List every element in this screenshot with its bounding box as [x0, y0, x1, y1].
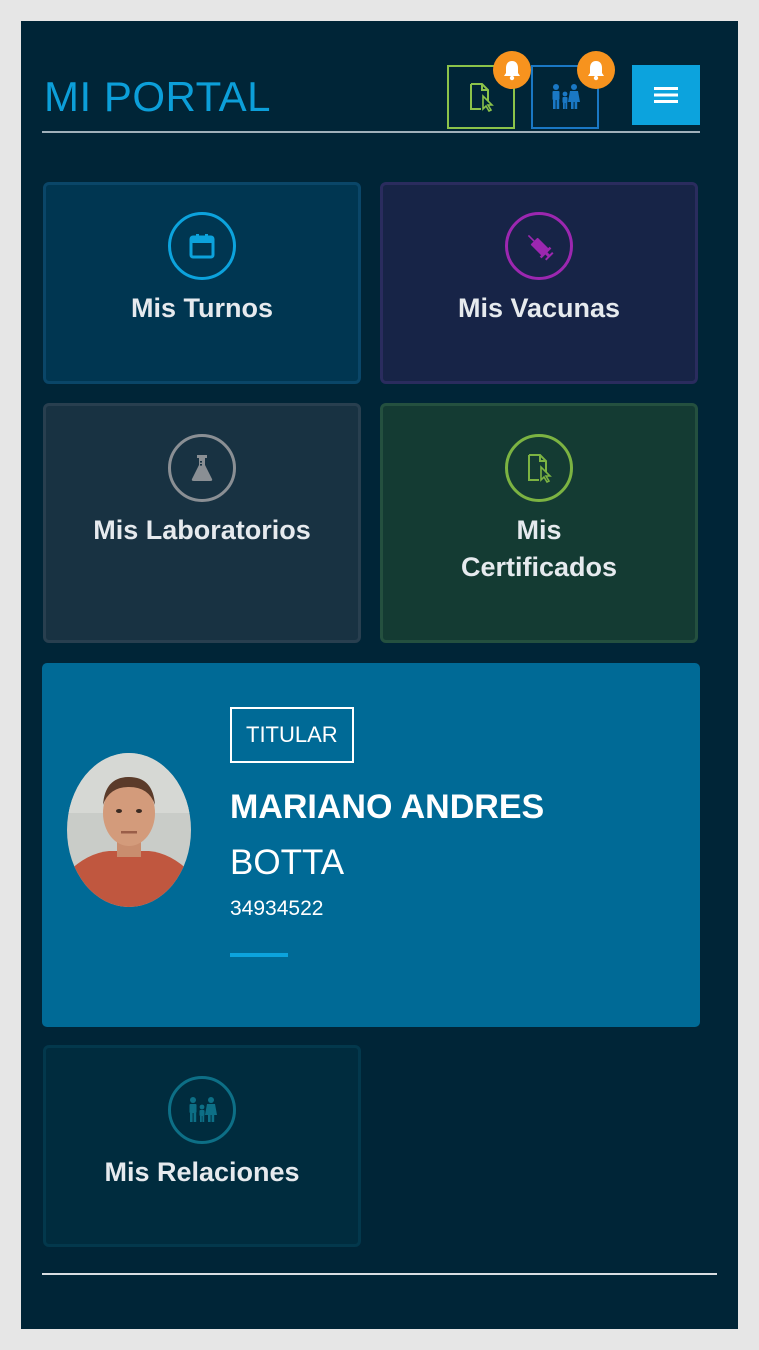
- relations-notification-badge: [577, 51, 615, 89]
- certificate-icon: [470, 83, 494, 112]
- syringe-icon: [527, 234, 554, 261]
- tile-mis-laboratorios[interactable]: Mis Laboratorios: [43, 403, 361, 643]
- bell-icon: [504, 61, 520, 81]
- tile-mis-vacunas[interactable]: Mis Vacunas: [380, 182, 698, 384]
- calendar-icon-ring: [168, 212, 236, 280]
- tile-mis-relaciones[interactable]: Mis Relaciones: [43, 1045, 361, 1247]
- tile-mis-certificados[interactable]: Mis Certificados: [380, 403, 698, 643]
- tile-label: Mis Certificados: [460, 515, 618, 582]
- certificate-icon: [528, 454, 552, 483]
- family-icon: [189, 1097, 217, 1122]
- tile-label: Mis Vacunas: [457, 293, 621, 323]
- footer-divider: [42, 1273, 717, 1275]
- certificates-shortcut-button[interactable]: [447, 51, 531, 129]
- status-badge: TITULAR: [230, 707, 354, 763]
- certificate-icon-ring: [505, 434, 573, 502]
- syringe-icon-ring: [505, 212, 573, 280]
- family-icon-ring: [168, 1076, 236, 1144]
- profile-accent-divider: [230, 953, 288, 957]
- profile-document-number: 34934522: [230, 897, 324, 920]
- flask-icon: [191, 455, 213, 481]
- flask-icon-ring: [168, 434, 236, 502]
- header: MI PORTAL: [42, 51, 700, 133]
- menu-button[interactable]: [632, 65, 700, 125]
- page-title: MI PORTAL: [44, 73, 271, 120]
- tile-label: Mis Turnos: [130, 293, 273, 323]
- bell-icon: [588, 61, 604, 81]
- calendar-icon: [189, 234, 215, 259]
- avatar: [67, 753, 191, 907]
- profile-first-names: MARIANO ANDRES: [230, 788, 545, 826]
- menu-icon: [654, 87, 678, 103]
- family-icon: [552, 84, 580, 109]
- relations-shortcut-button[interactable]: [531, 51, 615, 129]
- profile-surname: BOTTA: [230, 843, 345, 882]
- tile-label: Mis Laboratorios: [93, 515, 311, 545]
- certificates-notification-badge: [493, 51, 531, 89]
- user-photo: [67, 753, 191, 907]
- app-screen: MI PORTAL Mis Turnos Mis Vacunas Mis Lab…: [21, 21, 738, 1329]
- tile-label: Mis Relaciones: [104, 1157, 300, 1187]
- profile-card[interactable]: TITULAR MARIANO ANDRES BOTTA 34934522: [42, 663, 700, 1027]
- tile-mis-turnos[interactable]: Mis Turnos: [43, 182, 361, 384]
